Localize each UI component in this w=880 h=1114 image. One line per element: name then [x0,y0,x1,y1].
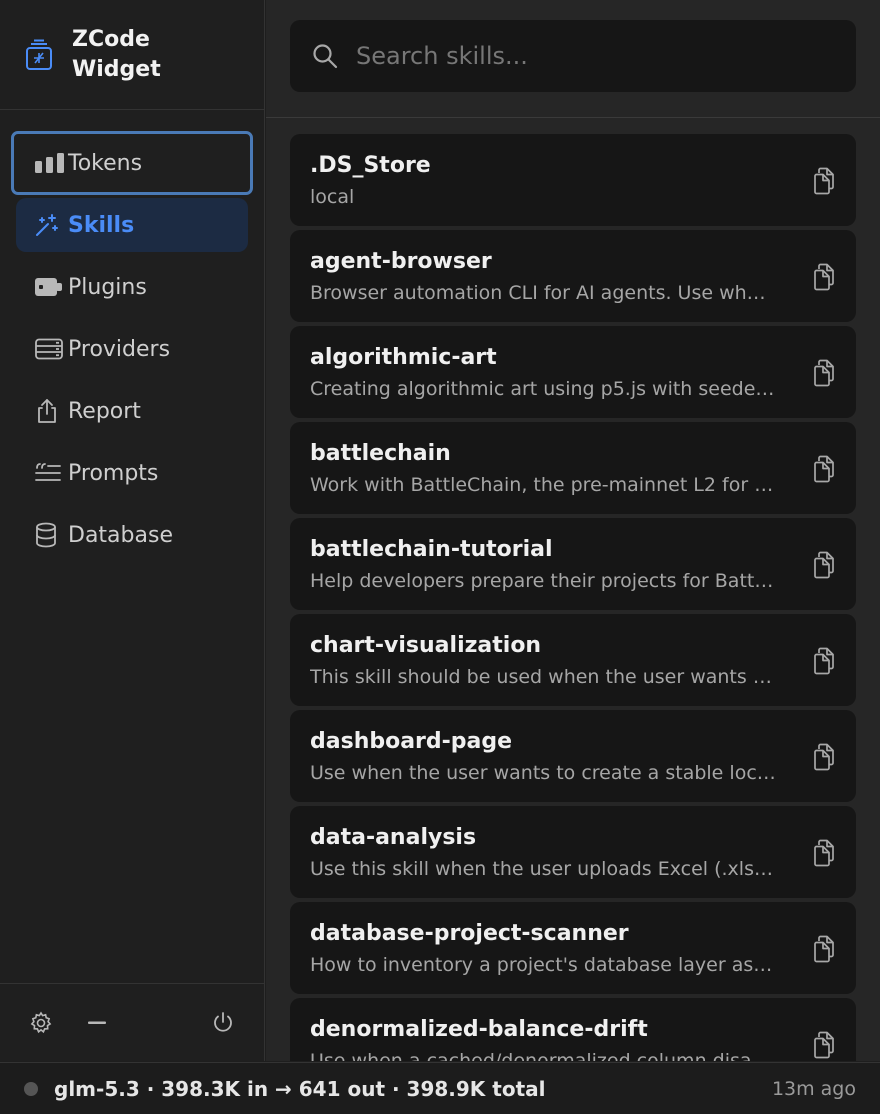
sidebar-item-skills[interactable]: Skills [16,198,248,252]
skill-description: Use when a cached/denormalized column di… [310,1050,776,1061]
last-updated-time: 13m ago [771,1077,856,1100]
copy-icon[interactable] [810,1030,838,1060]
sidebar-item-tokens[interactable]: Tokens [11,131,253,195]
copy-icon[interactable] [810,742,838,772]
copy-icon[interactable] [810,358,838,388]
app-logo-icon [24,39,56,71]
skill-row[interactable]: data-analysis Use this skill when the use… [290,806,856,898]
skill-list: .DS_Storelocal agent-browser Browser autom… [266,118,880,1061]
search-icon [312,43,338,69]
skill-row[interactable]: battlechain-tutorial Help developers prep… [290,518,856,610]
sidebar-footer [0,983,264,1061]
copy-icon[interactable] [810,262,838,292]
skill-row[interactable]: algorithmic-art Creating algorithmic art … [290,326,856,418]
gear-icon[interactable] [26,1008,56,1038]
sidebar-item-database[interactable]: Database [16,508,248,562]
skill-name: battlechain-tutorial [310,537,553,562]
skill-name: .DS_Store [310,153,431,178]
sidebar-item-label: Tokens [68,150,143,176]
skill-description: This skill should be used when the user … [310,666,776,688]
server-icon [34,338,68,360]
skill-name: agent-browser [310,249,492,274]
status-indicator [24,1081,38,1096]
skill-row[interactable]: agent-browser Browser automation CLI for … [290,230,856,322]
share-icon [34,399,68,423]
skills-panel: .DS_Storelocal agent-browser Browser autom… [266,0,880,1061]
token-usage-summary: glm-5.3 · 398.3K in → 641 out · 398.9K t… [54,1076,546,1101]
app-title: ZCode Widget [72,26,161,82]
sidebar-item-prompts[interactable]: Prompts [16,446,248,500]
skill-name: database-project-scanner [310,921,629,946]
sidebar-item-report[interactable]: Report [16,384,248,438]
bar-chart-icon [34,152,68,174]
skill-row[interactable]: denormalized-balance-drift Use when a cac… [290,998,856,1061]
skill-name: battlechain [310,441,451,466]
search-box[interactable] [290,20,856,92]
sidebar-item-label: Providers [68,336,171,362]
skill-row[interactable]: .DS_Storelocal [290,134,856,226]
skill-name: algorithmic-art [310,345,497,370]
skill-row[interactable]: database-project-scanner How to inventory… [290,902,856,994]
sidebar: ZCode Widget Tokens Skills Plugins Provi… [0,0,265,1061]
plugin-icon [34,276,68,298]
minus-icon[interactable] [82,1008,112,1038]
quote-list-icon [34,462,68,484]
skill-name: denormalized-balance-drift [310,1017,648,1042]
skill-description: Help developers prepare their projects f… [310,570,776,592]
sidebar-item-plugins[interactable]: Plugins [16,260,248,314]
copy-icon[interactable] [810,646,838,676]
skill-description: local [310,186,355,208]
power-icon[interactable] [208,1008,238,1038]
skill-description: How to inventory a project's database la… [310,954,776,976]
brand-header: ZCode Widget [0,0,264,110]
skill-description: Use when the user wants to create a stab… [310,762,776,784]
skill-description: Work with BattleChain, the pre-mainnet L… [310,474,776,496]
skill-row[interactable]: chart-visualization This skill should be … [290,614,856,706]
sidebar-item-providers[interactable]: Providers [16,322,248,376]
copy-icon[interactable] [810,550,838,580]
status-bar: glm-5.3 · 398.3K in → 641 out · 398.9K t… [0,1062,880,1114]
copy-icon[interactable] [810,166,838,196]
skill-description: Use this skill when the user uploads Exc… [310,858,776,880]
magic-wand-icon [34,214,68,236]
sidebar-item-label: Plugins [68,274,147,300]
skill-description: Browser automation CLI for AI agents. Us… [310,282,776,304]
sidebar-item-label: Report [68,398,141,424]
search-bar [266,0,880,118]
skill-row[interactable]: battlechain Work with BattleChain, the pr… [290,422,856,514]
skill-name: data-analysis [310,825,477,850]
skill-description: Creating algorithmic art using p5.js wit… [310,378,776,400]
sidebar-item-label: Prompts [68,460,159,486]
sidebar-item-label: Database [68,522,173,548]
skill-row[interactable]: dashboard-page Use when the user wants to… [290,710,856,802]
copy-icon[interactable] [810,454,838,484]
copy-icon[interactable] [810,934,838,964]
sidebar-nav: Tokens Skills Plugins Providers Report P… [0,110,264,562]
database-icon [34,522,68,548]
skill-name: chart-visualization [310,633,542,658]
copy-icon[interactable] [810,838,838,868]
sidebar-item-label: Skills [68,212,135,238]
skill-name: dashboard-page [310,729,513,754]
search-input[interactable] [356,42,796,70]
